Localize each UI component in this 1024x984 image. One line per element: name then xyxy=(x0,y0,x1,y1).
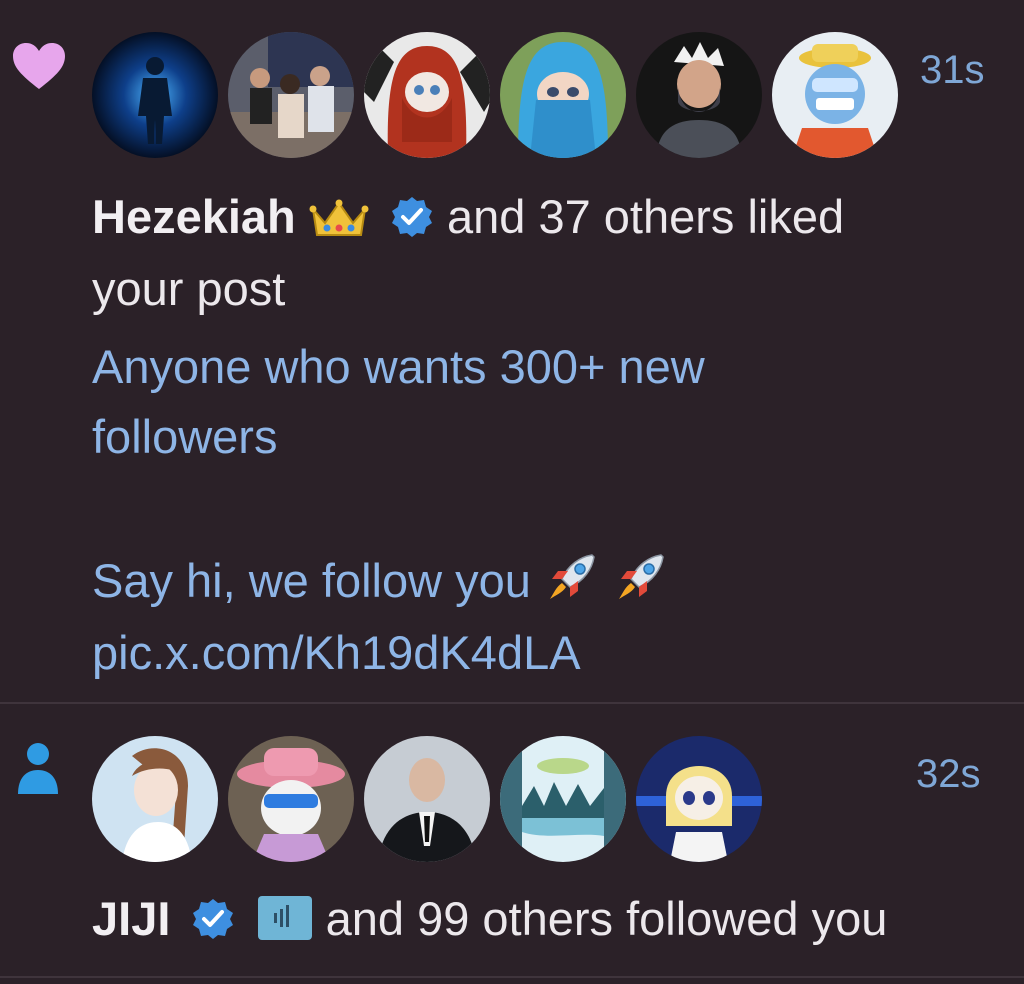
verified-badge-icon xyxy=(391,197,432,237)
heart-icon xyxy=(13,43,65,89)
actor-name[interactable]: Hezekiah xyxy=(92,190,296,243)
avatar-row xyxy=(92,32,898,158)
notification-headline: Hezekiah and 37 others liked xyxy=(92,182,844,252)
avatar[interactable] xyxy=(228,736,354,862)
timestamp: 31s xyxy=(920,48,985,92)
notification-headline: JIJI and 99 others followed you xyxy=(92,884,887,954)
crown-emoji xyxy=(309,199,369,236)
action-text: and 99 others followed you xyxy=(325,892,888,945)
notification-follow[interactable]: 32s JIJI and 99 others followed you xyxy=(0,704,1024,976)
rocket-emoji xyxy=(619,554,664,599)
avatar[interactable] xyxy=(636,32,762,158)
avatar[interactable] xyxy=(364,32,490,158)
avatar[interactable] xyxy=(92,736,218,862)
avatar[interactable] xyxy=(636,736,762,862)
avatar[interactable] xyxy=(500,32,626,158)
avatar[interactable] xyxy=(772,32,898,158)
affiliate-badge-icon xyxy=(257,896,312,940)
avatar[interactable] xyxy=(364,736,490,862)
post-media-link[interactable]: pic.x.com/Kh19dK4dLA xyxy=(92,618,581,688)
notification-like[interactable]: 31s Hezekiah and 37 others liked your po… xyxy=(0,0,1024,703)
avatar-row xyxy=(92,736,762,862)
post-preview-text: Say hi, we follow you xyxy=(92,554,531,607)
action-text: and 37 others liked xyxy=(446,190,845,243)
rocket-emoji xyxy=(549,554,595,599)
post-preview-line3[interactable]: Say hi, we follow you xyxy=(92,546,669,616)
verified-badge-icon xyxy=(193,899,234,939)
notification-divider xyxy=(0,976,1024,978)
person-icon xyxy=(18,743,58,794)
avatar[interactable] xyxy=(228,32,354,158)
post-preview-line1[interactable]: Anyone who wants 300+ new xyxy=(92,332,705,402)
timestamp: 32s xyxy=(916,752,981,796)
avatar[interactable] xyxy=(92,32,218,158)
post-preview-line2[interactable]: followers xyxy=(92,402,277,472)
avatar[interactable] xyxy=(500,736,626,862)
actor-name[interactable]: JIJI xyxy=(92,892,170,945)
action-text-line2: your post xyxy=(92,262,286,315)
